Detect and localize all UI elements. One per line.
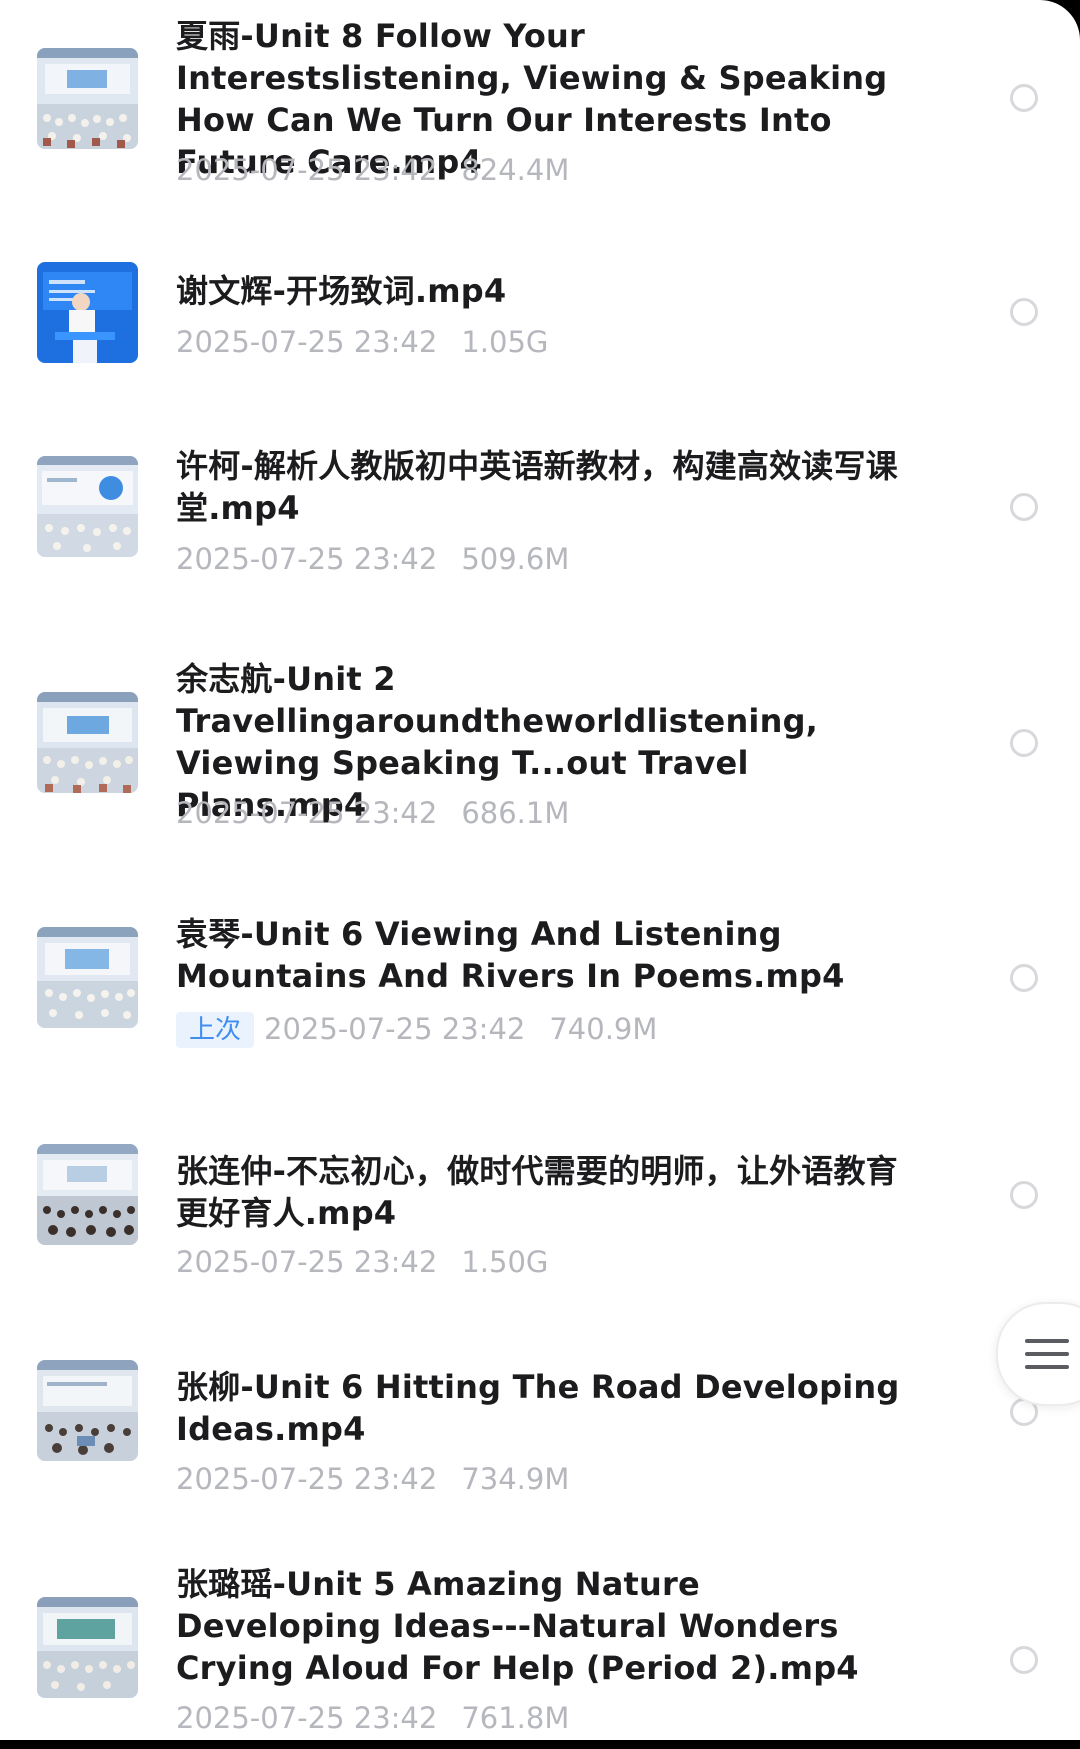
file-date: 2025-07-25 23:42 <box>176 542 438 576</box>
file-date: 2025-07-25 23:42 <box>176 1701 438 1735</box>
file-row[interactable]: 夏雨-Unit 8 Follow Your Interestslistening… <box>0 0 1080 190</box>
file-size: 1.05G <box>461 325 549 359</box>
file-row[interactable]: 余志航-Unit 2 Travellingaroundtheworldliste… <box>0 650 1080 850</box>
file-meta: 2025-07-25 23:42 509.6M <box>176 542 569 576</box>
file-meta: 上次 2025-07-25 23:42 740.9M <box>176 1012 657 1048</box>
file-date: 2025-07-25 23:42 <box>264 1012 526 1046</box>
file-row[interactable]: 许柯-解析人教版初中英语新教材，构建高效读写课堂.mp4 2025-07-25 … <box>0 420 1080 600</box>
file-size: 740.9M <box>549 1012 658 1046</box>
file-size: 824.4M <box>461 153 570 187</box>
video-thumbnail <box>37 692 138 793</box>
file-row[interactable]: 张连仲-不忘初心，做时代需要的明师，让外语教育更好育人.mp4 2025-07-… <box>0 1120 1080 1310</box>
file-row[interactable]: 张柳-Unit 6 Hitting The Road Developing Id… <box>0 1340 1080 1510</box>
select-radio-icon[interactable] <box>1010 84 1038 112</box>
select-radio-icon[interactable] <box>1010 1646 1038 1674</box>
file-list: 夏雨-Unit 8 Follow Your Interestslistening… <box>0 0 1080 1740</box>
video-thumbnail <box>37 48 138 149</box>
select-radio-icon[interactable] <box>1010 493 1038 521</box>
select-radio-icon[interactable] <box>1010 298 1038 326</box>
file-date: 2025-07-25 23:42 <box>176 1245 438 1279</box>
select-radio-icon[interactable] <box>1010 964 1038 992</box>
file-date: 2025-07-25 23:42 <box>176 153 438 187</box>
file-title: 张连仲-不忘初心，做时代需要的明师，让外语教育更好育人.mp4 <box>176 1152 898 1232</box>
menu-lines-icon <box>1025 1339 1069 1378</box>
file-meta: 2025-07-25 23:42 824.4M <box>176 153 569 187</box>
video-thumbnail <box>37 262 138 363</box>
file-meta: 2025-07-25 23:42 1.50G <box>176 1245 548 1279</box>
bottom-bar <box>0 1740 1080 1749</box>
video-thumbnail <box>37 1144 138 1245</box>
file-row[interactable]: 张璐瑶-Unit 5 Amazing Nature Developing Ide… <box>0 1555 1080 1740</box>
file-size: 1.50G <box>461 1245 549 1279</box>
file-date: 2025-07-25 23:42 <box>176 1462 438 1496</box>
file-size: 686.1M <box>461 796 570 830</box>
file-meta: 2025-07-25 23:42 734.9M <box>176 1462 569 1496</box>
video-thumbnail <box>37 456 138 557</box>
file-title: 张柳-Unit 6 Hitting The Road Developing Id… <box>176 1368 900 1448</box>
file-date: 2025-07-25 23:42 <box>176 796 438 830</box>
file-size: 761.8M <box>461 1701 570 1735</box>
file-row[interactable]: 袁琴-Unit 6 Viewing And Listening Mountain… <box>0 900 1080 1080</box>
file-title: 袁琴-Unit 6 Viewing And Listening Mountain… <box>176 915 845 995</box>
file-title: 谢文辉-开场致词.mp4 <box>176 272 507 310</box>
screen: 夏雨-Unit 8 Follow Your Interestslistening… <box>0 0 1080 1749</box>
video-thumbnail <box>37 1597 138 1698</box>
file-meta: 2025-07-25 23:42 686.1M <box>176 796 569 830</box>
file-title: 许柯-解析人教版初中英语新教材，构建高效读写课堂.mp4 <box>176 447 898 527</box>
file-meta: 2025-07-25 23:42 1.05G <box>176 325 548 359</box>
file-size: 734.9M <box>461 1462 570 1496</box>
video-thumbnail <box>37 927 138 1028</box>
select-radio-icon[interactable] <box>1010 729 1038 757</box>
last-played-badge: 上次 <box>176 1012 255 1048</box>
file-meta: 2025-07-25 23:42 761.8M <box>176 1701 569 1735</box>
file-size: 509.6M <box>461 542 570 576</box>
file-title: 张璐瑶-Unit 5 Amazing Nature Developing Ide… <box>176 1565 859 1687</box>
file-list-panel: 夏雨-Unit 8 Follow Your Interestslistening… <box>0 0 1080 1740</box>
video-thumbnail <box>37 1360 138 1461</box>
select-radio-icon[interactable] <box>1010 1181 1038 1209</box>
file-row[interactable]: 谢文辉-开场致词.mp4 2025-07-25 23:42 1.05G <box>0 210 1080 380</box>
file-date: 2025-07-25 23:42 <box>176 325 438 359</box>
